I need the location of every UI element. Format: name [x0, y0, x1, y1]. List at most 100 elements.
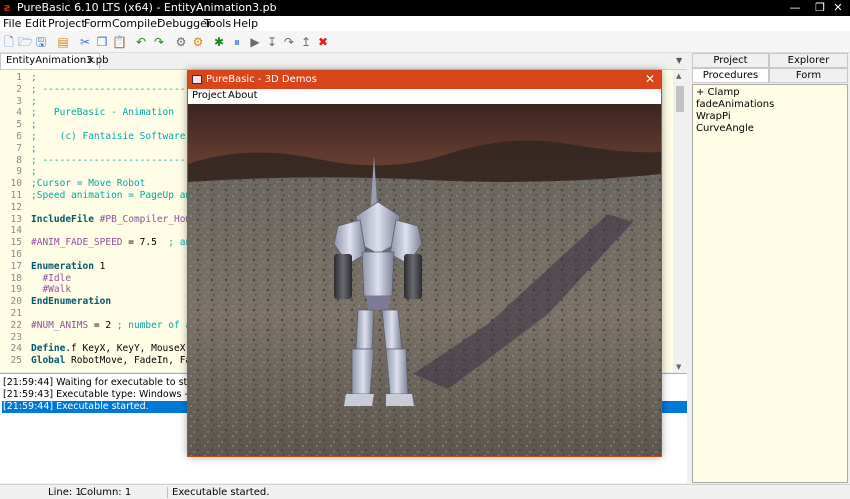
scroll-down-icon[interactable]: ▼: [676, 363, 681, 371]
close-file-icon[interactable]: ▤: [56, 35, 70, 49]
procedure-item[interactable]: CurveAngle: [696, 123, 754, 135]
code-token: = 7.5: [122, 237, 169, 249]
code-line: ; (c) Fantaisie Software: [31, 131, 185, 143]
code-token: #Walk: [31, 284, 72, 296]
line-number: 10: [10, 178, 22, 190]
status-message: Executable started.: [172, 487, 270, 498]
code-token: ;Cursor = Move Robot: [31, 178, 146, 190]
line-number: 15: [10, 237, 22, 249]
debugger-icon[interactable]: ✱: [212, 35, 226, 49]
line-number: 9: [16, 166, 22, 178]
procedure-item[interactable]: + Clamp: [696, 87, 740, 99]
tab-procedures[interactable]: Procedures: [692, 68, 769, 83]
redo-icon[interactable]: ↷: [152, 35, 166, 49]
demo-close-button[interactable]: ✕: [645, 72, 655, 86]
scrollbar-thumb[interactable]: [676, 86, 684, 112]
demo-title-bar[interactable]: PureBasic - 3D Demos ✕: [188, 71, 661, 89]
code-token: ;: [31, 72, 37, 83]
code-token: ; PureBasic - Animation: [31, 107, 174, 119]
3d-demo-window[interactable]: PureBasic - 3D Demos ✕ Project About: [187, 70, 662, 457]
line-number: 5: [16, 119, 22, 131]
code-token: = 2: [88, 319, 117, 331]
code-token: ;: [31, 166, 37, 178]
tab-form[interactable]: Form: [769, 68, 848, 83]
title-bar: ƨ PureBasic 6.10 LTS (x64) - EntityAnima…: [0, 0, 850, 16]
editor-vertical-scrollbar[interactable]: ▲ ▼: [673, 70, 687, 372]
status-column: Column: 1: [80, 487, 132, 498]
pause-icon[interactable]: ⏸: [230, 35, 244, 49]
demo-menu-bar: Project About: [188, 89, 661, 103]
line-number: 19: [10, 284, 22, 296]
line-number: 7: [16, 142, 22, 154]
code-line: ;: [31, 72, 37, 84]
procedure-list: + Clamp fadeAnimations WrapPi CurveAngle: [692, 84, 848, 483]
step-over-icon[interactable]: ↷: [282, 35, 296, 49]
tab-explorer[interactable]: Explorer: [769, 53, 848, 68]
window-app-icon: [192, 75, 202, 84]
menu-form[interactable]: Form: [84, 17, 112, 30]
scroll-up-icon[interactable]: ▲: [676, 72, 681, 80]
line-number: 4: [16, 107, 22, 119]
line-number: 25: [10, 355, 22, 367]
code-line: ;: [31, 96, 37, 108]
code-line: ;: [31, 166, 37, 178]
continue-icon[interactable]: ▶: [248, 35, 262, 49]
status-line: Line: 1: [48, 487, 82, 498]
ground-texture: [188, 174, 661, 456]
build-icon[interactable]: ⚙: [191, 35, 205, 49]
line-number: 16: [10, 249, 22, 260]
robot-3d-scene[interactable]: [188, 104, 661, 456]
code-token: ;: [31, 142, 37, 154]
procedure-item[interactable]: WrapPi: [696, 111, 731, 123]
menu-edit[interactable]: Edit: [25, 17, 46, 30]
tab-project[interactable]: Project: [692, 53, 769, 68]
line-number: 11: [10, 190, 22, 201]
purebasic-logo-icon: ƨ: [4, 1, 11, 14]
code-token: ;: [31, 95, 37, 107]
kill-program-icon[interactable]: ✖: [316, 35, 330, 49]
demo-menu-about[interactable]: About: [228, 90, 258, 102]
step-out-icon[interactable]: ↥: [299, 35, 313, 49]
step-icon[interactable]: ↧: [265, 35, 279, 49]
code-line: IncludeFile #PB_Compiler_Home: [31, 214, 197, 226]
new-file-icon[interactable]: 🗋: [2, 35, 16, 49]
tab-dropdown-icon[interactable]: ▼: [676, 56, 682, 65]
code-token: ;: [31, 119, 37, 131]
minimize-button[interactable]: —: [780, 0, 810, 16]
menu-help[interactable]: Help: [233, 17, 258, 30]
open-file-icon[interactable]: 🗁: [18, 35, 33, 49]
procedure-item[interactable]: fadeAnimations: [696, 99, 774, 111]
menu-tools[interactable]: Tools: [204, 17, 231, 30]
code-line: #Walk: [31, 284, 71, 296]
menu-file[interactable]: File: [3, 17, 21, 30]
code-token: 1: [93, 260, 106, 272]
window-title: PureBasic 6.10 LTS (x64) - EntityAnimati…: [17, 1, 277, 14]
close-button[interactable]: ✕: [826, 0, 850, 16]
code-token: Global: [31, 355, 66, 367]
compile-run-icon[interactable]: ⚙: [174, 35, 188, 49]
line-number-gutter: 1 2 3 4 5 6 7 8 9 10 11 12 13 14 15 16 17 18 19 20 21 22 23 24 2…: [0, 70, 28, 372]
code-token: IncludeFile: [31, 213, 94, 225]
line-number: 17: [10, 260, 22, 272]
menu-bar: File Edit Project Form Compiler Debugger…: [0, 16, 850, 31]
code-token: Define: [31, 343, 66, 355]
line-number: 13: [10, 213, 22, 225]
line-number: 18: [10, 272, 22, 284]
close-tab-icon[interactable]: ×: [87, 54, 95, 68]
menu-project[interactable]: Project: [48, 17, 86, 30]
line-number: 1: [16, 72, 22, 83]
code-token: #NUM_ANIMS: [31, 319, 89, 331]
paste-icon[interactable]: 📋: [112, 35, 127, 49]
save-icon[interactable]: 🖫: [34, 35, 48, 49]
code-line: ; PureBasic - Animation: [31, 107, 174, 119]
line-number: 22: [10, 319, 22, 331]
code-line: #Idle: [31, 273, 71, 285]
undo-icon[interactable]: ↶: [134, 35, 148, 49]
copy-icon[interactable]: ❐: [95, 35, 109, 49]
cut-icon[interactable]: ✂: [78, 35, 92, 49]
menu-compiler[interactable]: Compiler: [112, 17, 162, 30]
tab-entityanimation3[interactable]: EntityAnimation3.pb ×: [0, 53, 108, 69]
code-token: Enumeration: [31, 260, 94, 272]
code-line: Enumeration 1: [31, 261, 105, 273]
demo-menu-project[interactable]: Project: [192, 90, 226, 102]
